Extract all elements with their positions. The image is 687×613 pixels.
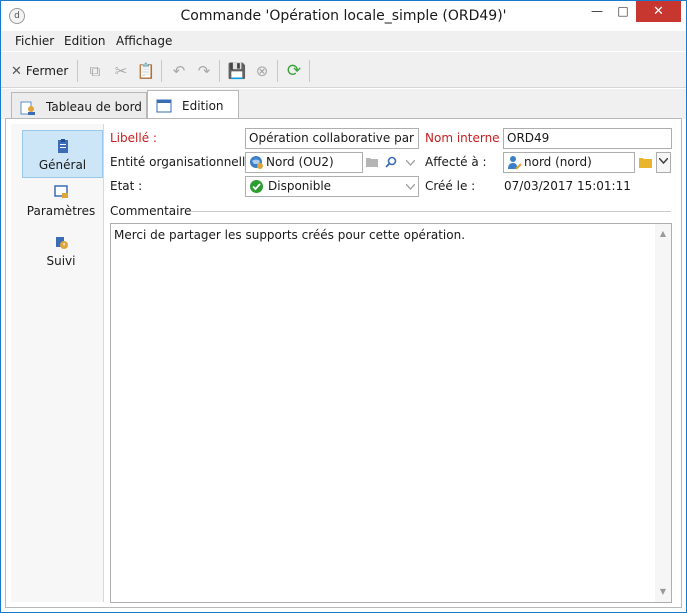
paste-icon[interactable]: 📋 [136, 61, 156, 81]
tab-edition[interactable]: Edition [147, 90, 239, 120]
sidebar: Général Paramètres Suivi [11, 124, 104, 602]
sidebar-item-label: Paramètres [26, 204, 96, 218]
sidebar-item-suivi[interactable]: Suivi [21, 232, 101, 276]
commentaire-value: Merci de partager les supports créés pou… [114, 228, 466, 242]
tab-tableau-de-bord[interactable]: Tableau de bord [11, 92, 147, 120]
sidebar-item-label: Suivi [46, 254, 76, 268]
toolbar-separator [219, 60, 220, 82]
close-icon: ✕ [11, 63, 22, 79]
clipboard-icon [55, 138, 71, 154]
folder-icon[interactable] [363, 152, 381, 173]
commentaire-textarea[interactable]: Merci de partager les supports créés pou… [110, 223, 672, 603]
user-icon [507, 155, 522, 172]
sidebar-item-parametres[interactable]: Paramètres [21, 182, 101, 226]
etat-value: Disponible [268, 179, 332, 193]
toolbar-separator [277, 60, 278, 82]
cree-le-label: Créé le : [425, 179, 476, 193]
etat-select[interactable]: Disponible [245, 176, 419, 197]
libelle-label: Libellé : [110, 131, 157, 145]
tab-label: Tableau de bord [46, 99, 142, 114]
menu-edition[interactable]: Edition [64, 34, 106, 48]
menu-affichage[interactable]: Affichage [116, 34, 172, 48]
copy-icon[interactable]: ⧉ [85, 61, 105, 81]
affecte-value: nord (nord) [524, 155, 592, 169]
window-edit-icon [156, 99, 172, 113]
title-bar: d Commande 'Opération locale_simple (ORD… [1, 1, 686, 31]
tab-bar: Tableau de bord Edition [1, 89, 686, 120]
scroll-down-icon[interactable]: ▼ [655, 584, 671, 600]
affecte-label: Affecté à : [425, 155, 487, 169]
chevron-down-icon[interactable] [401, 152, 419, 173]
toolbar-separator [161, 60, 162, 82]
globe-user-icon [249, 155, 264, 172]
scroll-up-icon[interactable]: ▲ [655, 226, 671, 242]
refresh-icon[interactable]: ⟳ [284, 61, 304, 81]
menu-fichier[interactable]: Fichier [15, 34, 54, 48]
chevron-down-icon [405, 177, 416, 196]
cree-le-value: 07/03/2017 15:01:11 [504, 179, 631, 193]
nom-interne-field[interactable]: ORD49 [503, 128, 672, 149]
close-button[interactable]: ✕ Fermer [11, 61, 68, 81]
cut-icon[interactable]: ✂ [111, 61, 131, 81]
cancel-icon[interactable]: ⊗ [252, 61, 272, 81]
entite-field[interactable]: Nord (OU2) [245, 152, 363, 173]
tracking-icon [53, 234, 69, 250]
affecte-field[interactable]: nord (nord) [503, 152, 635, 173]
section-divider [190, 211, 671, 212]
save-icon[interactable]: 💾 [227, 61, 247, 81]
entite-value: Nord (OU2) [266, 155, 334, 169]
maximize-button[interactable]: □ [610, 1, 636, 22]
etat-label: Etat : [110, 179, 143, 193]
undo-icon[interactable]: ↶ [169, 61, 189, 81]
libelle-field[interactable]: Opération collaborative par opér [245, 128, 419, 149]
menu-bar: Fichier Edition Affichage [1, 31, 686, 51]
edition-panel: Général Paramètres Suivi Libellé: Opéra… [5, 118, 682, 608]
sidebar-item-general[interactable]: Général [22, 130, 103, 178]
dashboard-user-icon [20, 100, 36, 115]
close-window-button[interactable]: ✕ [636, 1, 681, 22]
search-icon[interactable] [382, 152, 400, 173]
toolbar-separator [309, 60, 310, 82]
commentaire-label: Commentaire [110, 204, 192, 218]
toolbar: ✕ Fermer ⧉ ✂ 📋 ↶ ↷ 💾 ⊗ ⟳ [1, 52, 686, 88]
sidebar-item-label: Général [38, 158, 87, 172]
application-window: d Commande 'Opération locale_simple (ORD… [0, 0, 687, 613]
toolbar-separator [77, 60, 78, 82]
minimize-button[interactable]: — [584, 1, 610, 22]
nom-interne-label: Nom interne : [425, 131, 508, 145]
close-button-label: Fermer [25, 64, 69, 78]
folder-icon[interactable] [636, 152, 654, 173]
check-circle-icon [249, 179, 264, 196]
chevron-down-icon [658, 157, 669, 167]
entite-label: Entité organisationnelle : [110, 155, 261, 169]
vertical-scrollbar[interactable]: ▲ ▼ [655, 224, 671, 602]
settings-screen-icon [53, 184, 69, 200]
redo-icon[interactable]: ↷ [194, 61, 214, 81]
tab-label: Edition [182, 98, 224, 113]
affecte-dropdown[interactable] [656, 152, 671, 173]
